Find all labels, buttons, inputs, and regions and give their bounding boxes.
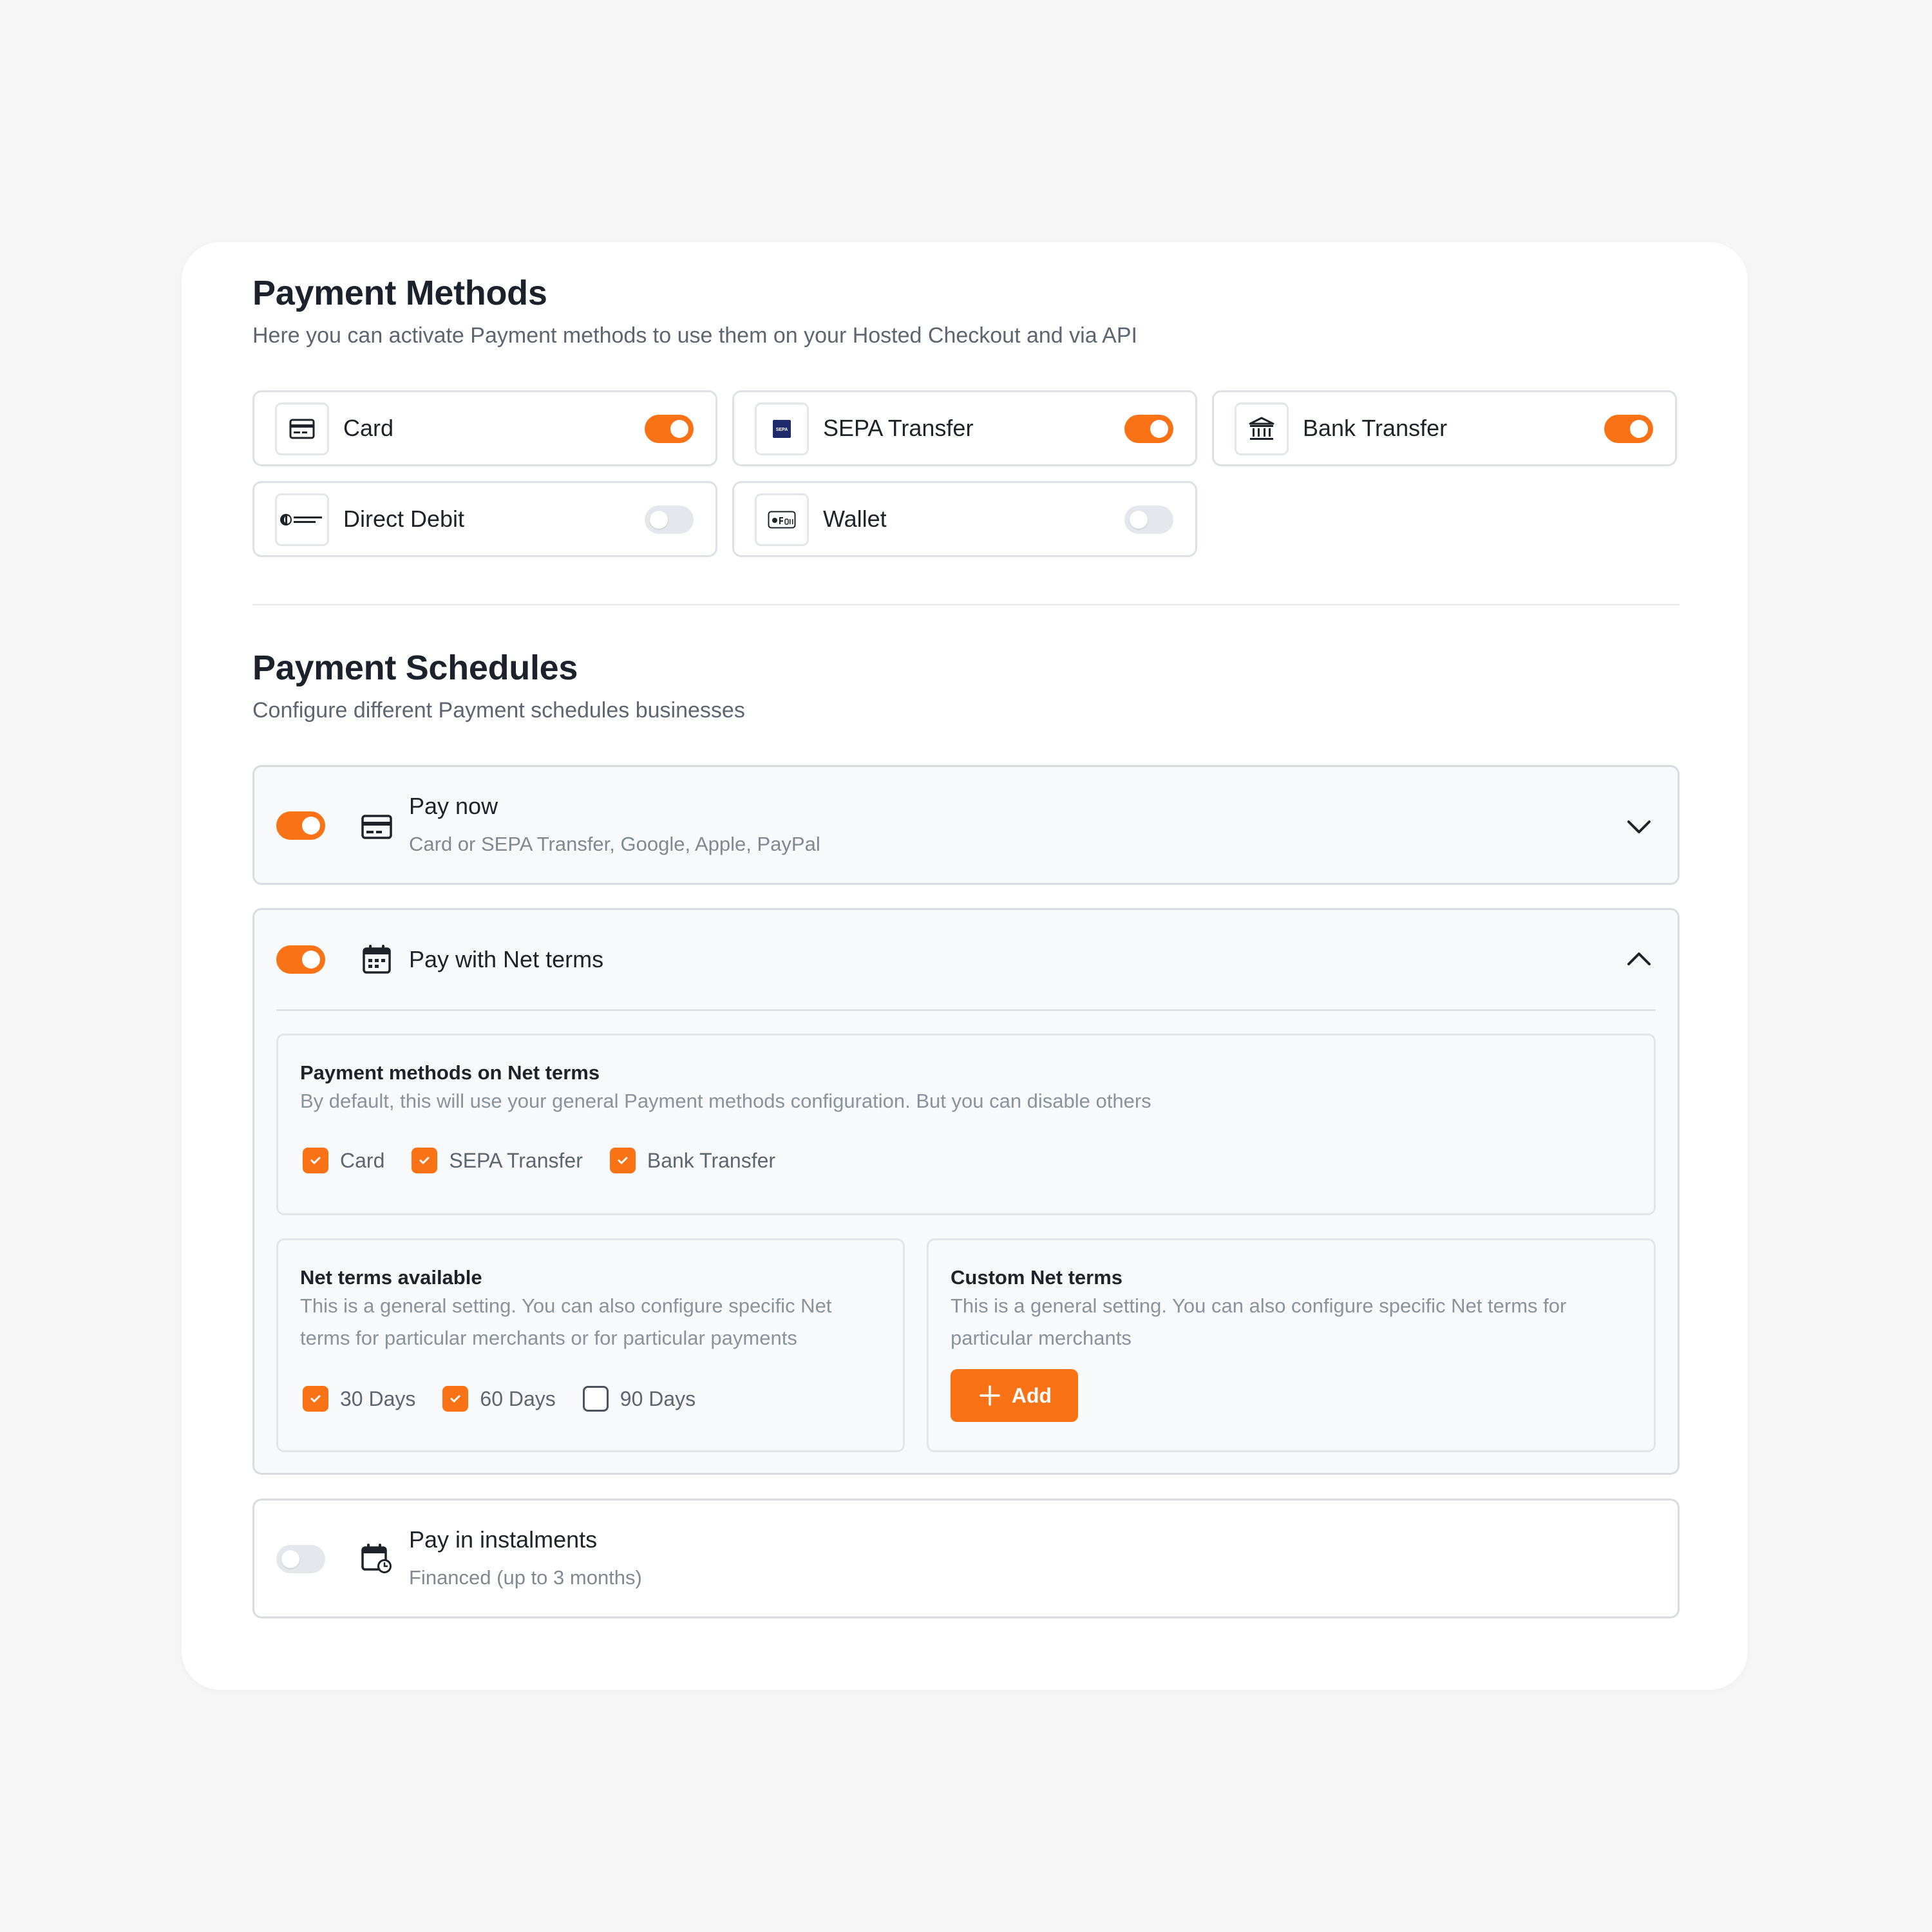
calendar-icon bbox=[363, 945, 391, 974]
plus-icon bbox=[980, 1385, 1000, 1406]
checkbox-label: SEPA Transfer bbox=[449, 1148, 583, 1172]
payment-method-card: Card bbox=[252, 390, 717, 466]
add-custom-net-terms-button[interactable]: Add bbox=[951, 1369, 1078, 1422]
custom-net-terms-box: Custom Net terms This is a general setti… bbox=[927, 1238, 1656, 1452]
checkbox-label: 90 Days bbox=[620, 1387, 696, 1410]
method-option-card[interactable]: Card bbox=[303, 1148, 384, 1173]
payment-schedules-subtitle: Configure different Payment schedules bu… bbox=[252, 698, 745, 723]
checkbox-checked[interactable] bbox=[442, 1386, 469, 1412]
calendar-clock-icon bbox=[361, 1544, 392, 1573]
net-terms-available-title: Net terms available bbox=[300, 1266, 482, 1289]
payment-method-sepa: SEPA SEPA Transfer bbox=[732, 390, 1197, 466]
checkbox-label: 60 Days bbox=[480, 1387, 556, 1410]
option-30-days[interactable]: 30 Days bbox=[303, 1386, 415, 1412]
option-60-days[interactable]: 60 Days bbox=[442, 1386, 556, 1412]
instalments-title: Pay in instalments bbox=[409, 1526, 598, 1553]
payment-method-label: Wallet bbox=[823, 506, 887, 532]
direct-debit-logo-icon bbox=[275, 493, 329, 546]
net-terms-available-box: Net terms available This is a general se… bbox=[276, 1238, 905, 1452]
checkbox-checked[interactable] bbox=[412, 1148, 438, 1173]
pay-now-toggle[interactable] bbox=[276, 811, 325, 840]
svg-text:SEPA: SEPA bbox=[776, 428, 788, 432]
payment-method-label: Card bbox=[343, 415, 394, 441]
sepa-logo-icon: SEPA bbox=[755, 402, 809, 455]
schedule-net-terms: Pay with Net terms Payment methods on Ne… bbox=[252, 908, 1680, 1475]
card-toggle[interactable] bbox=[645, 415, 694, 443]
schedule-pay-now[interactable]: Pay now Card or SEPA Transfer, Google, A… bbox=[252, 765, 1680, 885]
payment-method-label: Direct Debit bbox=[343, 506, 465, 532]
sepa-toggle[interactable] bbox=[1124, 415, 1173, 443]
method-option-sepa[interactable]: SEPA Transfer bbox=[412, 1148, 583, 1173]
instalments-toggle[interactable] bbox=[276, 1545, 325, 1573]
checkbox-label: Bank Transfer bbox=[647, 1148, 776, 1172]
section-divider bbox=[252, 604, 1680, 605]
check-icon bbox=[618, 1157, 628, 1164]
credit-card-icon bbox=[275, 402, 329, 455]
net-terms-toggle[interactable] bbox=[276, 945, 325, 974]
chevron-up-icon[interactable] bbox=[1624, 944, 1654, 975]
checkbox-label: Card bbox=[340, 1148, 385, 1172]
custom-net-terms-description-line1: This is a general setting. You can also … bbox=[951, 1294, 1567, 1317]
payment-method-label: Bank Transfer bbox=[1303, 415, 1448, 441]
net-terms-available-description-line1: This is a general setting. You can also … bbox=[300, 1294, 832, 1317]
check-icon bbox=[310, 1395, 321, 1403]
schedule-instalments[interactable]: Pay in instalments Financed (up to 3 mon… bbox=[252, 1499, 1680, 1618]
checkbox-unchecked[interactable] bbox=[582, 1386, 609, 1412]
apple-pay-logo-icon bbox=[755, 493, 809, 546]
payment-schedules-title: Payment Schedules bbox=[252, 649, 578, 687]
custom-net-terms-title: Custom Net terms bbox=[951, 1266, 1122, 1289]
custom-net-terms-description-line2: particular merchants bbox=[951, 1327, 1132, 1349]
payment-methods-subtitle: Here you can activate Payment methods to… bbox=[252, 323, 1137, 348]
chevron-down-icon[interactable] bbox=[1624, 811, 1654, 842]
checkbox-checked[interactable] bbox=[303, 1148, 328, 1173]
bank-icon bbox=[1235, 402, 1289, 455]
net-terms-available-description-line2: terms for particular merchants or for pa… bbox=[300, 1327, 797, 1349]
add-button-label: Add bbox=[1011, 1383, 1052, 1407]
checkbox-checked[interactable] bbox=[303, 1386, 328, 1412]
net-terms-methods-box: Payment methods on Net terms By default,… bbox=[276, 1034, 1656, 1215]
page-background: Payment Methods Here you can activate Pa… bbox=[0, 0, 1932, 1932]
instalments-subtitle: Financed (up to 3 months) bbox=[409, 1566, 642, 1589]
checkbox-label: 30 Days bbox=[340, 1387, 416, 1410]
net-terms-available-options: 30 Days 60 Days 90 Days bbox=[303, 1386, 723, 1412]
check-icon bbox=[310, 1157, 321, 1164]
option-90-days[interactable]: 90 Days bbox=[582, 1386, 696, 1412]
net-terms-methods-description: By default, this will use your general P… bbox=[300, 1090, 1151, 1112]
bank-transfer-toggle[interactable] bbox=[1604, 415, 1653, 443]
wallet-toggle[interactable] bbox=[1124, 506, 1173, 534]
pay-now-title: Pay now bbox=[409, 793, 498, 819]
payment-methods-title: Payment Methods bbox=[252, 274, 547, 312]
direct-debit-toggle[interactable] bbox=[645, 506, 694, 534]
credit-card-icon bbox=[361, 815, 392, 839]
payment-method-bank-transfer: Bank Transfer bbox=[1212, 390, 1677, 466]
settings-panel: Payment Methods Here you can activate Pa… bbox=[182, 242, 1748, 1690]
net-terms-divider bbox=[276, 1009, 1656, 1011]
payment-method-label: SEPA Transfer bbox=[823, 415, 974, 441]
payment-method-direct-debit: Direct Debit bbox=[252, 481, 717, 557]
checkbox-checked[interactable] bbox=[609, 1148, 636, 1173]
net-terms-methods-options: Card SEPA Transfer Bank Transfer bbox=[303, 1148, 802, 1173]
method-option-bank-transfer[interactable]: Bank Transfer bbox=[609, 1148, 776, 1173]
net-terms-methods-title: Payment methods on Net terms bbox=[300, 1061, 600, 1084]
net-terms-title: Pay with Net terms bbox=[409, 946, 604, 972]
pay-now-subtitle: Card or SEPA Transfer, Google, Apple, Pa… bbox=[409, 833, 820, 855]
payment-method-wallet: Wallet bbox=[732, 481, 1197, 557]
check-icon bbox=[419, 1157, 430, 1164]
check-icon bbox=[450, 1395, 460, 1403]
